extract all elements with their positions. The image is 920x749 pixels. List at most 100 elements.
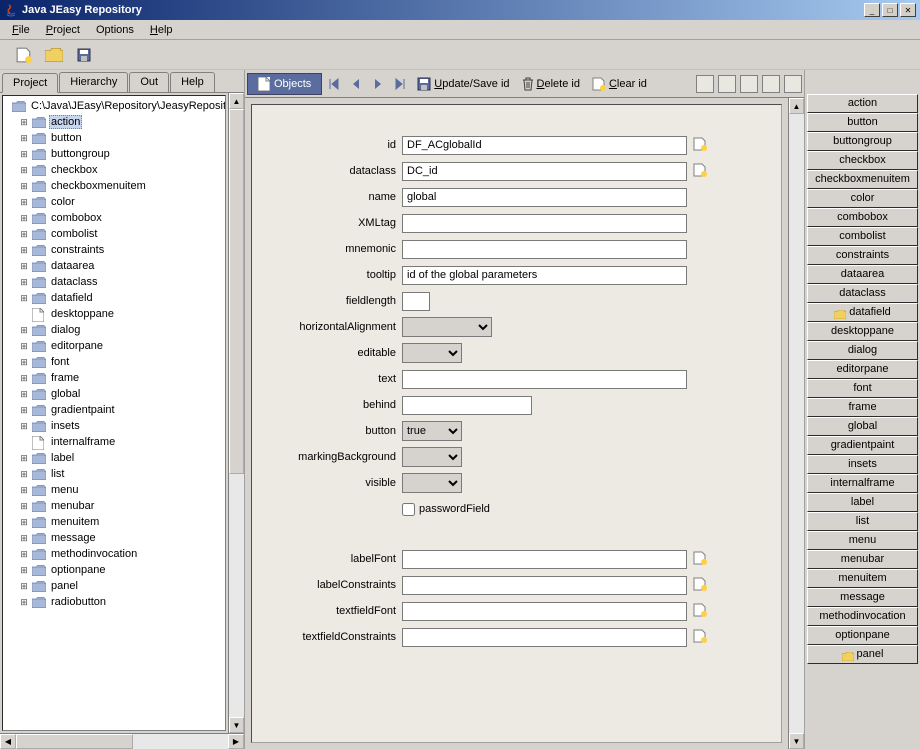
- tree-item-buttongroup[interactable]: ⊞buttongroup: [5, 146, 226, 162]
- tree-item-color[interactable]: ⊞color: [5, 194, 226, 210]
- type-button-panel[interactable]: panel: [807, 645, 918, 664]
- tree-item-global[interactable]: ⊞global: [5, 386, 226, 402]
- tree-item-menubar[interactable]: ⊞menubar: [5, 498, 226, 514]
- open-icon[interactable]: [44, 46, 64, 64]
- lookup-icon[interactable]: [693, 629, 709, 645]
- nav-next-button[interactable]: [368, 73, 388, 95]
- type-button-editorpane[interactable]: editorpane: [807, 360, 918, 379]
- objects-tab[interactable]: Objects: [247, 73, 322, 95]
- project-tree[interactable]: C:\Java\JEasy\Repository\JeasyRepository…: [2, 95, 226, 731]
- layout-btn-4[interactable]: [762, 75, 780, 93]
- type-button-list[interactable]: list: [807, 512, 918, 531]
- tree-item-dataclass[interactable]: ⊞dataclass: [5, 274, 226, 290]
- tree-vscrollbar[interactable]: ▲ ▼: [228, 93, 244, 733]
- tree-item-radiobutton[interactable]: ⊞radiobutton: [5, 594, 226, 610]
- form-vscrollbar[interactable]: ▲ ▼: [788, 98, 804, 749]
- checkbox-passwordfield[interactable]: [402, 503, 415, 516]
- input-name[interactable]: [402, 188, 687, 207]
- lookup-icon[interactable]: [693, 163, 709, 179]
- select-button[interactable]: true: [402, 421, 462, 441]
- tree-item-menuitem[interactable]: ⊞menuitem: [5, 514, 226, 530]
- layout-btn-5[interactable]: [784, 75, 802, 93]
- new-icon[interactable]: [14, 46, 34, 64]
- tree-item-message[interactable]: ⊞message: [5, 530, 226, 546]
- save-icon[interactable]: [74, 46, 94, 64]
- type-button-font[interactable]: font: [807, 379, 918, 398]
- input-textfieldfont[interactable]: [402, 602, 687, 621]
- input-mnemonic[interactable]: [402, 240, 687, 259]
- nav-last-button[interactable]: [390, 73, 410, 95]
- type-button-menubar[interactable]: menubar: [807, 550, 918, 569]
- select-visible[interactable]: [402, 473, 462, 493]
- type-button-buttongroup[interactable]: buttongroup: [807, 132, 918, 151]
- type-button-global[interactable]: global: [807, 417, 918, 436]
- delete-button[interactable]: Delete id: [517, 73, 585, 95]
- menu-project[interactable]: Project: [42, 22, 84, 38]
- type-button-dataclass[interactable]: dataclass: [807, 284, 918, 303]
- tree-item-list[interactable]: ⊞list: [5, 466, 226, 482]
- layout-btn-1[interactable]: [696, 75, 714, 93]
- tab-project[interactable]: Project: [2, 73, 58, 93]
- type-button-menuitem[interactable]: menuitem: [807, 569, 918, 588]
- lookup-icon[interactable]: [693, 551, 709, 567]
- nav-first-button[interactable]: [324, 73, 344, 95]
- type-button-gradientpaint[interactable]: gradientpaint: [807, 436, 918, 455]
- tree-item-checkbox[interactable]: ⊞checkbox: [5, 162, 226, 178]
- type-button-methodinvocation[interactable]: methodinvocation: [807, 607, 918, 626]
- tree-item-desktoppane[interactable]: desktoppane: [5, 306, 226, 322]
- close-button[interactable]: ✕: [900, 3, 916, 17]
- type-button-message[interactable]: message: [807, 588, 918, 607]
- type-button-optionpane[interactable]: optionpane: [807, 626, 918, 645]
- tree-item-dialog[interactable]: ⊞dialog: [5, 322, 226, 338]
- type-button-datafield[interactable]: datafield: [807, 303, 918, 322]
- tree-root[interactable]: C:\Java\JEasy\Repository\JeasyRepository: [5, 98, 226, 114]
- type-button-internalframe[interactable]: internalframe: [807, 474, 918, 493]
- menu-help[interactable]: Help: [146, 22, 177, 38]
- type-button-combolist[interactable]: combolist: [807, 227, 918, 246]
- tree-item-datafield[interactable]: ⊞datafield: [5, 290, 226, 306]
- clear-button[interactable]: Clear id: [587, 73, 652, 95]
- type-button-dataarea[interactable]: dataarea: [807, 265, 918, 284]
- input-textfieldconstraints[interactable]: [402, 628, 687, 647]
- tree-item-insets[interactable]: ⊞insets: [5, 418, 226, 434]
- tree-item-menu[interactable]: ⊞menu: [5, 482, 226, 498]
- tree-hscrollbar[interactable]: ◀ ▶: [0, 733, 244, 749]
- type-button-constraints[interactable]: constraints: [807, 246, 918, 265]
- tree-item-editorpane[interactable]: ⊞editorpane: [5, 338, 226, 354]
- lookup-icon[interactable]: [693, 137, 709, 153]
- tree-item-methodinvocation[interactable]: ⊞methodinvocation: [5, 546, 226, 562]
- tree-item-combolist[interactable]: ⊞combolist: [5, 226, 226, 242]
- tree-item-action[interactable]: ⊞action: [5, 114, 226, 130]
- input-labelconstraints[interactable]: [402, 576, 687, 595]
- select-editable[interactable]: [402, 343, 462, 363]
- select-markingbg[interactable]: [402, 447, 462, 467]
- input-text[interactable]: [402, 370, 687, 389]
- type-button-color[interactable]: color: [807, 189, 918, 208]
- tree-item-optionpane[interactable]: ⊞optionpane: [5, 562, 226, 578]
- select-halign[interactable]: [402, 317, 492, 337]
- lookup-icon[interactable]: [693, 577, 709, 593]
- lookup-icon[interactable]: [693, 603, 709, 619]
- tree-item-checkboxmenuitem[interactable]: ⊞checkboxmenuitem: [5, 178, 226, 194]
- nav-prev-button[interactable]: [346, 73, 366, 95]
- layout-btn-2[interactable]: [718, 75, 736, 93]
- type-button-combobox[interactable]: combobox: [807, 208, 918, 227]
- input-labelfont[interactable]: [402, 550, 687, 569]
- tree-item-button[interactable]: ⊞button: [5, 130, 226, 146]
- tree-item-constraints[interactable]: ⊞constraints: [5, 242, 226, 258]
- type-button-button[interactable]: button: [807, 113, 918, 132]
- update-save-button[interactable]: Update/Save id: [412, 73, 514, 95]
- tree-item-frame[interactable]: ⊞frame: [5, 370, 226, 386]
- tree-item-gradientpaint[interactable]: ⊞gradientpaint: [5, 402, 226, 418]
- input-xmltag[interactable]: [402, 214, 687, 233]
- input-id[interactable]: [402, 136, 687, 155]
- type-button-dialog[interactable]: dialog: [807, 341, 918, 360]
- input-dataclass[interactable]: [402, 162, 687, 181]
- type-button-action[interactable]: action: [807, 94, 918, 113]
- tree-item-combobox[interactable]: ⊞combobox: [5, 210, 226, 226]
- input-behind[interactable]: [402, 396, 532, 415]
- tree-item-panel[interactable]: ⊞panel: [5, 578, 226, 594]
- type-button-desktoppane[interactable]: desktoppane: [807, 322, 918, 341]
- tree-item-dataarea[interactable]: ⊞dataarea: [5, 258, 226, 274]
- minimize-button[interactable]: _: [864, 3, 880, 17]
